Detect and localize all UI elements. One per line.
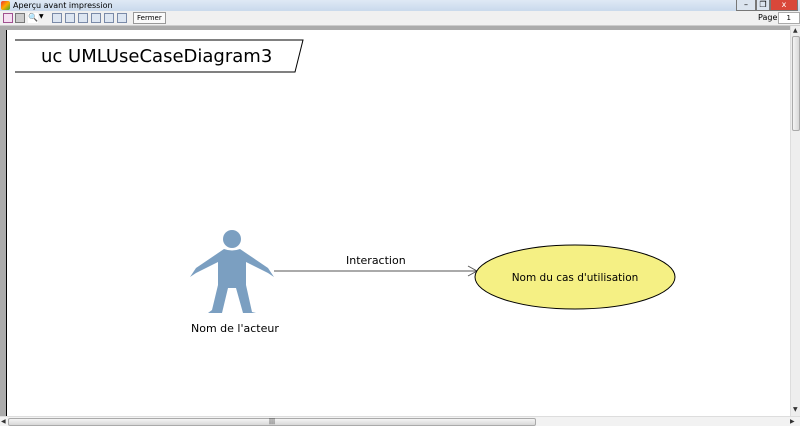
frame-title: uc UMLUseCaseDiagram3 xyxy=(41,46,272,67)
zoom-icon[interactable]: 🔍 xyxy=(28,13,38,23)
six-pages-icon[interactable] xyxy=(104,13,114,23)
scroll-up-icon[interactable]: ▲ xyxy=(793,27,798,34)
use-case-name: Nom du cas d'utilisation xyxy=(512,272,639,284)
two-pages-icon[interactable] xyxy=(65,13,75,23)
window-title: Aperçu avant impression xyxy=(13,1,113,10)
toolbar: 🔍 ▼ Fermer Page 1 xyxy=(0,11,800,26)
title-bar: Aperçu avant impression – ❐ x xyxy=(0,0,800,11)
page-label: Page xyxy=(758,13,778,22)
fermer-button[interactable]: Fermer xyxy=(133,12,166,24)
scroll-left-icon[interactable]: ◀ xyxy=(1,418,6,425)
document-icon[interactable] xyxy=(3,13,13,23)
four-pages-icon[interactable] xyxy=(91,13,101,23)
vertical-scroll-thumb[interactable] xyxy=(792,36,800,131)
actor-name: Nom de l'acteur xyxy=(191,322,279,335)
minimize-button[interactable]: – xyxy=(736,0,756,11)
close-button[interactable]: x xyxy=(770,0,798,11)
preview-page: uc UMLUseCaseDiagram3 Nom de l'acteur In… xyxy=(0,30,790,416)
print-icon[interactable] xyxy=(15,13,25,23)
horizontal-scroll-thumb[interactable]: ||| xyxy=(8,418,536,426)
association-label: Interaction xyxy=(346,254,406,267)
three-pages-icon[interactable] xyxy=(78,13,88,23)
page-spinner[interactable]: 1 xyxy=(778,12,800,24)
one-page-icon[interactable] xyxy=(52,13,62,23)
horizontal-scrollbar[interactable]: ◀ ||| ▶ xyxy=(0,416,800,426)
actor-icon[interactable] xyxy=(190,230,274,313)
scroll-right-icon[interactable]: ▶ xyxy=(790,418,795,425)
zoom-dropdown-icon[interactable]: ▼ xyxy=(39,13,49,23)
page-layout-icon[interactable] xyxy=(117,13,127,23)
vertical-scrollbar[interactable]: ▲ ▼ xyxy=(790,26,800,416)
restore-button[interactable]: ❐ xyxy=(756,0,770,11)
uml-diagram: uc UMLUseCaseDiagram3 Nom de l'acteur In… xyxy=(15,39,676,335)
app-icon xyxy=(1,1,10,10)
scroll-down-icon[interactable]: ▼ xyxy=(793,406,798,413)
